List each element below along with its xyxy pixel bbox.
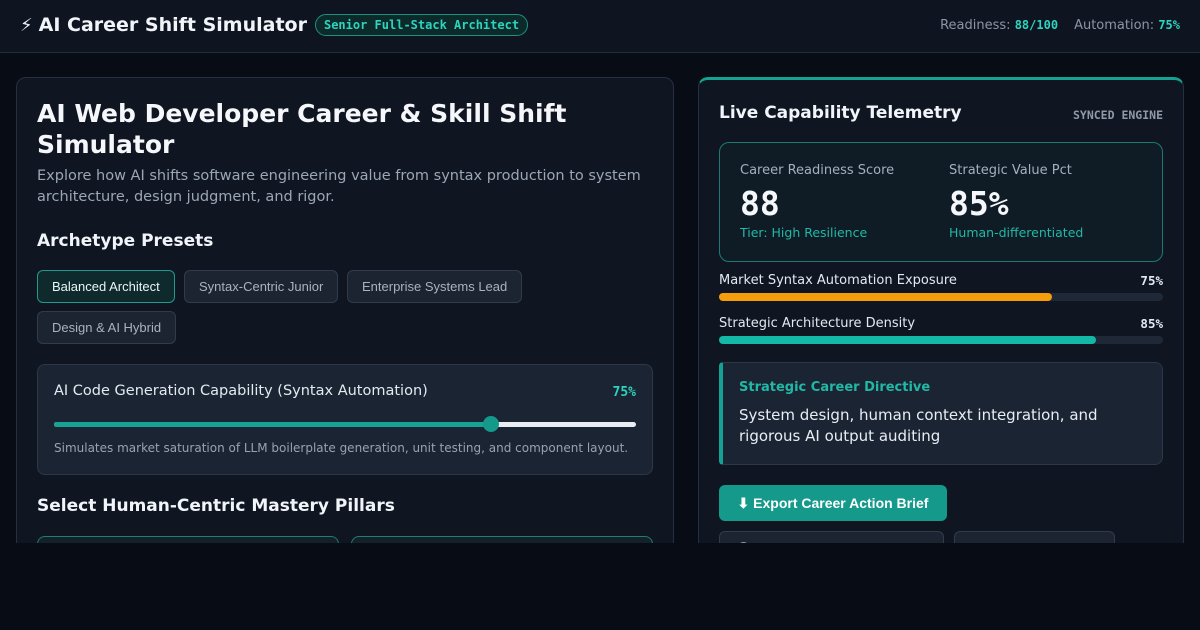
readiness-score-value: 88 — [740, 184, 780, 223]
strategic-value: Strategic Value Pct 85% Human-differenti… — [949, 163, 1083, 240]
automation-slider[interactable] — [54, 416, 636, 432]
score-card: Career Readiness Score 88 Tier: High Res… — [719, 142, 1163, 262]
bar-fill — [719, 336, 1097, 344]
sync-status: SYNCED ENGINE — [1072, 108, 1163, 122]
readiness-score: Career Readiness Score 88 Tier: High Res… — [740, 163, 894, 240]
directive-text: System design, human context integration… — [739, 406, 1098, 445]
automation-slider-card: AI Code Generation Capability (Syntax Au… — [37, 364, 653, 475]
preset-enterprise-systems-lead[interactable]: Enterprise Systems Lead — [347, 270, 523, 303]
slider-description: Simulates market saturation of LLM boile… — [54, 441, 629, 455]
readiness-tier: Tier: High Resilience — [740, 225, 868, 240]
telemetry-panel: Live Capability Telemetry SYNCED ENGINE … — [698, 77, 1184, 561]
bar-value: 85% — [1140, 316, 1163, 331]
bar-fill — [719, 293, 1052, 301]
readiness-metric: Readiness: 88/100 — [940, 18, 1058, 33]
preset-syntax-centric-junior[interactable]: Syntax-Centric Junior — [184, 270, 339, 303]
bar-track — [719, 293, 1163, 301]
simulator-panel: AI Web Developer Career & Skill Shift Si… — [16, 77, 674, 566]
readiness-score-label: Career Readiness Score — [740, 163, 895, 178]
telemetry-title: Live Capability Telemetry — [719, 103, 962, 123]
header-metrics: Readiness: 88/100 Automation: 75% — [940, 18, 1180, 33]
preset-balanced-architect[interactable]: Balanced Architect — [37, 270, 175, 303]
readiness-value: 88/100 — [1014, 18, 1059, 32]
readiness-label: Readiness: — [940, 18, 1011, 33]
strategic-value-number: 85% — [949, 184, 1009, 223]
slider-value: 75% — [612, 385, 636, 400]
directive-heading: Strategic Career Directive — [739, 380, 931, 395]
bar-label: Market Syntax Automation Exposure — [719, 273, 957, 288]
preset-design-ai-hybrid[interactable]: Design & AI Hybrid — [37, 311, 177, 344]
viewport-cutoff — [0, 543, 1200, 630]
strategic-value-label: Strategic Value Pct — [949, 163, 1072, 178]
lightning-bolt-icon: ⚡ — [20, 14, 33, 36]
brand: ⚡ AI Career Shift Simulator Senior Full-… — [20, 14, 529, 36]
automation-value: 75% — [1158, 18, 1180, 32]
role-badge: Senior Full-Stack Architect — [314, 14, 529, 36]
bar-label: Strategic Architecture Density — [719, 316, 916, 331]
presets-heading: Archetype Presets — [37, 231, 214, 251]
app-title: AI Career Shift Simulator — [38, 14, 307, 36]
bar-track — [719, 336, 1163, 344]
export-brief-button[interactable]: ⬇ Export Career Action Brief — [719, 485, 947, 521]
automation-metric: Automation: 75% — [1074, 18, 1180, 33]
pillars-heading: Select Human-Centric Mastery Pillars — [37, 496, 395, 516]
automation-label: Automation: — [1074, 18, 1155, 33]
top-bar: ⚡ AI Career Shift Simulator Senior Full-… — [0, 0, 1200, 53]
page-title: AI Web Developer Career & Skill Shift Si… — [37, 99, 567, 159]
bar-value: 75% — [1140, 273, 1163, 288]
strategic-value-sub: Human-differentiated — [949, 225, 1084, 240]
slider-fill — [54, 422, 491, 427]
page-subtitle: Explore how AI shifts software engineeri… — [37, 168, 641, 205]
slider-thumb[interactable] — [482, 416, 499, 432]
slider-label: AI Code Generation Capability (Syntax Au… — [54, 383, 428, 399]
career-directive: Strategic Career Directive System design… — [719, 362, 1163, 465]
